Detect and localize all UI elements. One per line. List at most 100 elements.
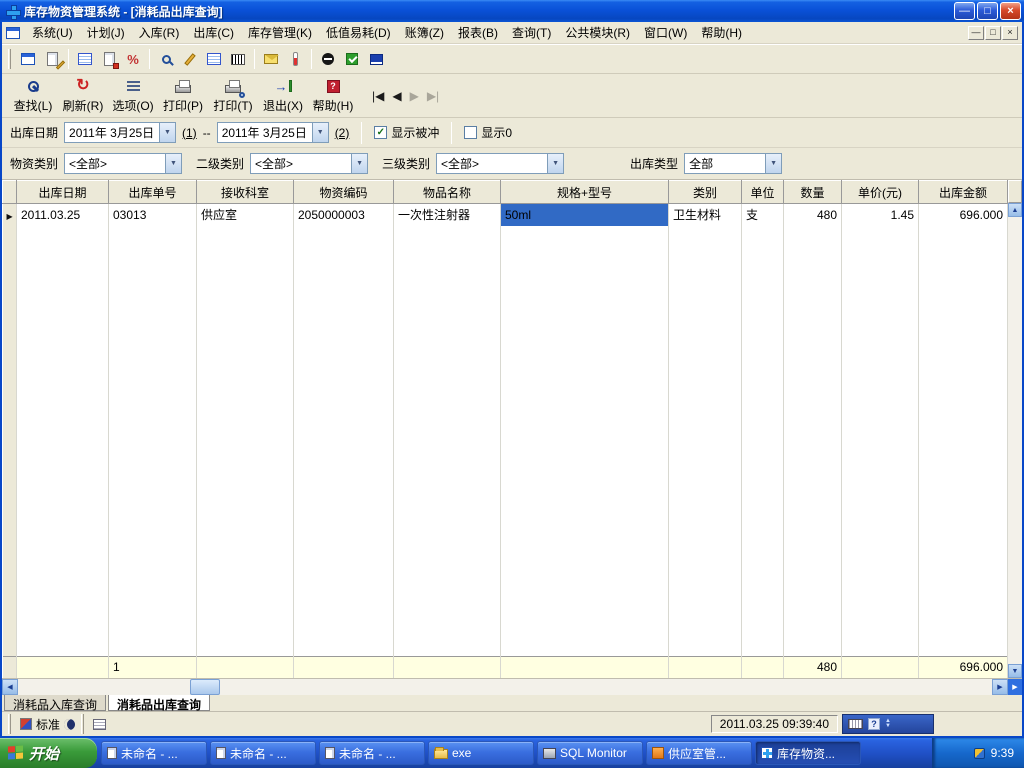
edit-icon[interactable] <box>178 47 202 71</box>
header-material-code[interactable]: 物资编码 <box>293 180 394 204</box>
nav-prev-button[interactable]: ◀ <box>392 89 401 103</box>
report-icon[interactable] <box>97 47 121 71</box>
task-button-inventory-system[interactable]: 库存物资... <box>755 741 861 765</box>
header-item-name[interactable]: 物品名称 <box>393 180 501 204</box>
header-unit-price[interactable]: 单价(元) <box>841 180 919 204</box>
maximize-button[interactable]: □ <box>977 2 998 20</box>
chevron-down-icon[interactable]: ▼ <box>165 154 182 173</box>
nav-next-button[interactable]: ▶ <box>410 89 419 103</box>
search-icon[interactable] <box>154 47 178 71</box>
mdi-close-button[interactable]: × <box>1002 25 1018 40</box>
header-order-number[interactable]: 出库单号 <box>108 180 197 204</box>
date-to-combo[interactable]: 2011年 3月25日 ▼ <box>216 122 329 143</box>
find-button[interactable]: 查找(L) <box>8 75 58 116</box>
checkbox-checked-icon[interactable]: ✓ <box>374 126 388 139</box>
vertical-scrollbar[interactable]: ▲ ▼ <box>1008 180 1022 678</box>
edit-form-icon[interactable] <box>40 47 66 71</box>
level2-category-combo[interactable]: <全部> ▼ <box>250 153 369 174</box>
header-amount[interactable]: 出库金额 <box>918 180 1008 204</box>
table-cell-selected[interactable]: 50ml <box>500 203 669 226</box>
table-cell[interactable]: 696.000 <box>918 203 1008 226</box>
tray-icon[interactable] <box>973 747 985 759</box>
moon-icon[interactable] <box>64 718 76 730</box>
thermometer-icon[interactable] <box>283 47 307 71</box>
task-button-supply-room[interactable]: 供应室管... <box>646 741 752 765</box>
toolbar-grip[interactable] <box>81 714 85 734</box>
chevron-down-icon[interactable]: ▼ <box>159 123 176 142</box>
table-cell[interactable]: 供应室 <box>196 203 294 226</box>
menu-report[interactable]: 报表(B) <box>451 22 505 43</box>
menu-public-module[interactable]: 公共模块(R) <box>558 22 637 43</box>
new-form-icon[interactable] <box>16 47 40 71</box>
table-cell[interactable]: 2050000003 <box>293 203 394 226</box>
scroll-left-button[interactable]: ◀ <box>2 679 18 695</box>
menu-inbound[interactable]: 入库(R) <box>132 22 187 43</box>
header-unit[interactable]: 单位 <box>741 180 784 204</box>
chevron-down-icon[interactable]: ▼ <box>547 154 564 173</box>
scroll-down-button[interactable]: ▼ <box>1008 664 1022 678</box>
task-button-untitled-3[interactable]: 未命名 - ... <box>319 741 425 765</box>
help-button[interactable]: ? 帮助(H) <box>308 75 358 116</box>
tab-outbound-query[interactable]: 消耗品出库查询 <box>108 695 211 712</box>
ok-icon[interactable] <box>340 47 364 71</box>
level3-category-combo[interactable]: <全部> ▼ <box>436 153 565 174</box>
menu-system[interactable]: 系统(U) <box>25 22 80 43</box>
refresh-button[interactable]: ↻ 刷新(R) <box>58 75 108 116</box>
help-icon[interactable]: ? <box>868 718 880 730</box>
language-bar[interactable]: ? ▲ ▼ <box>842 714 934 734</box>
scroll-track[interactable] <box>1008 217 1022 664</box>
mdi-restore-button[interactable]: □ <box>985 25 1001 40</box>
scroll-thumb[interactable] <box>190 679 220 695</box>
menu-ledger[interactable]: 账簿(Z) <box>398 22 451 43</box>
table-cell[interactable]: 1.45 <box>841 203 919 226</box>
table-cell[interactable]: 支 <box>741 203 784 226</box>
percent-icon[interactable]: % <box>121 47 145 71</box>
menu-help[interactable]: 帮助(H) <box>694 22 749 43</box>
mdi-minimize-button[interactable]: — <box>968 25 984 40</box>
print-preview-button[interactable]: 打印(T) <box>208 75 258 116</box>
show-zero-checkbox[interactable]: 显示0 <box>464 124 512 141</box>
menu-outbound[interactable]: 出库(C) <box>186 22 241 43</box>
scroll-up-button[interactable]: ▲ <box>1008 203 1022 217</box>
scroll-track[interactable] <box>18 679 992 695</box>
scroll-right-button[interactable]: ▶ <box>992 679 1008 695</box>
material-category-combo[interactable]: <全部> ▼ <box>64 153 183 174</box>
minimize-button[interactable]: — <box>954 2 975 20</box>
stop-icon[interactable] <box>316 47 340 71</box>
grid-icon[interactable] <box>202 47 226 71</box>
barcode-icon[interactable] <box>226 47 250 71</box>
tab-inbound-query[interactable]: 消耗品入库查询 <box>4 695 107 712</box>
outbound-type-combo[interactable]: 全部 ▼ <box>684 153 783 174</box>
toolbar-grip[interactable] <box>8 49 11 69</box>
keyboard-icon[interactable] <box>848 719 863 729</box>
row-selector[interactable]: ▶ <box>2 203 17 226</box>
table-view-icon[interactable] <box>73 47 97 71</box>
checkbox-unchecked-icon[interactable] <box>464 126 478 139</box>
scroll-corner-button[interactable]: ▶ <box>1008 679 1022 695</box>
header-category[interactable]: 类别 <box>668 180 742 204</box>
chevron-down-icon[interactable]: ▼ <box>351 154 368 173</box>
header-quantity[interactable]: 数量 <box>783 180 842 204</box>
grid-icon[interactable] <box>93 718 107 730</box>
toolbar-grip[interactable] <box>8 714 11 734</box>
chevron-down-icon[interactable]: ▼ <box>765 154 782 173</box>
table-cell[interactable]: 480 <box>783 203 842 226</box>
start-button[interactable]: 开始 <box>0 738 97 768</box>
table-cell[interactable]: 2011.03.25 <box>16 203 109 226</box>
menu-lowvalue[interactable]: 低值易耗(D) <box>319 22 398 43</box>
task-button-sql-monitor[interactable]: SQL Monitor <box>537 741 643 765</box>
exit-button[interactable]: → 退出(X) <box>258 75 308 116</box>
options-button[interactable]: 选项(O) <box>108 75 158 116</box>
print-button[interactable]: 打印(P) <box>158 75 208 116</box>
header-spec-model[interactable]: 规格+型号 <box>500 180 669 204</box>
table-cell[interactable]: 03013 <box>108 203 197 226</box>
close-button[interactable]: × <box>1000 2 1021 20</box>
mail-icon[interactable] <box>259 47 283 71</box>
task-button-untitled-2[interactable]: 未命名 - ... <box>210 741 316 765</box>
table-row[interactable]: ▶ 2011.03.25 03013 供应室 2050000003 一次性注射器… <box>2 203 1008 226</box>
horizontal-scrollbar[interactable]: ◀ ▶ ▶ <box>2 678 1022 695</box>
language-bar-options-icon[interactable]: ▲ ▼ <box>885 718 891 729</box>
table-cell[interactable]: 一次性注射器 <box>393 203 501 226</box>
menu-query[interactable]: 查询(T) <box>505 22 558 43</box>
chevron-down-icon[interactable]: ▼ <box>311 123 328 142</box>
